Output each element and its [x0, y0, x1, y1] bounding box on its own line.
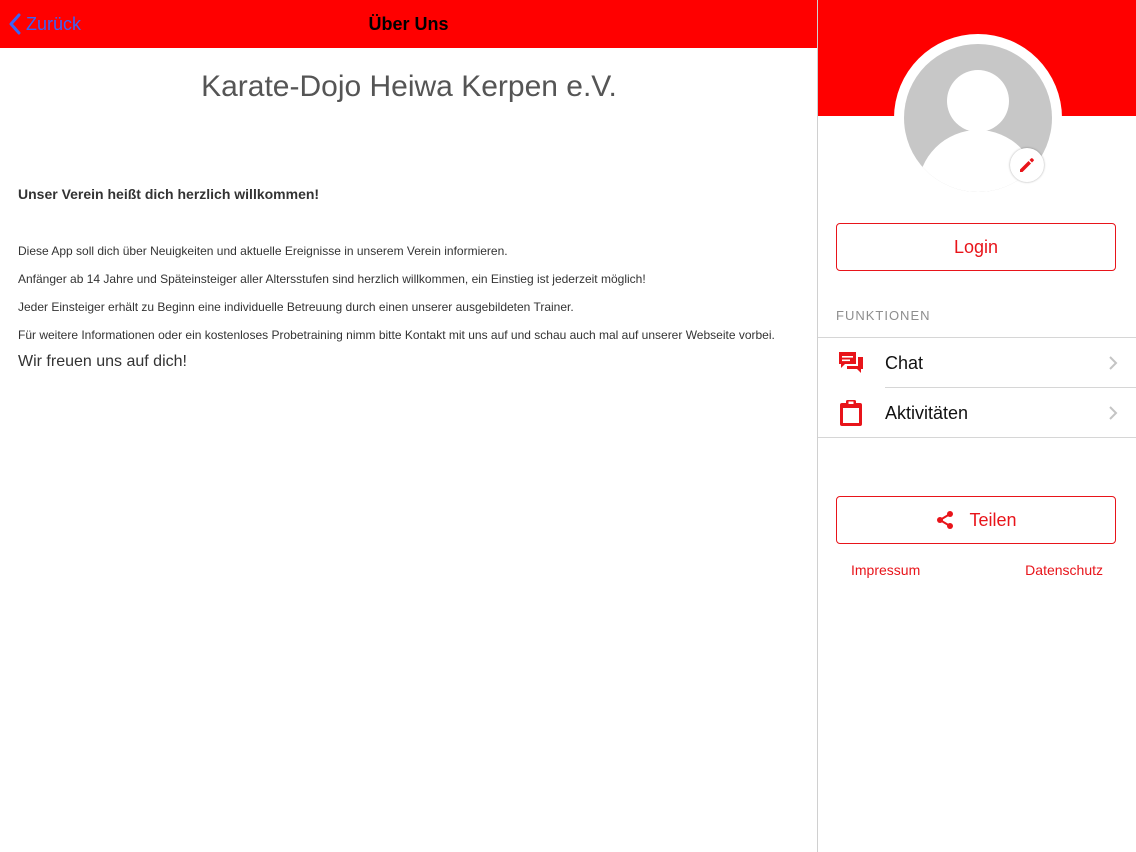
- sidebar-item-aktivitaeten[interactable]: Aktivitäten: [818, 388, 1136, 438]
- sidebar-item-label: Aktivitäten: [885, 402, 969, 423]
- datenschutz-link[interactable]: Datenschutz: [1025, 562, 1103, 578]
- pencil-icon: [1020, 158, 1034, 172]
- chevron-right-icon: [1109, 356, 1118, 370]
- side-panel: Login FUNKTIONEN Chat Aktivitäten Teilen…: [818, 0, 1136, 852]
- welcome-text: Unser Verein heißt dich herzlich willkom…: [18, 186, 320, 202]
- login-button-label: Login: [953, 236, 999, 257]
- share-button[interactable]: Teilen: [836, 496, 1116, 544]
- share-button-label: Teilen: [969, 509, 1017, 530]
- club-name-heading: Karate-Dojo Heiwa Kerpen e.V.: [201, 70, 617, 103]
- section-title-funktionen: FUNKTIONEN: [836, 308, 931, 323]
- paragraph-3: Jeder Einsteiger erhält zu Beginn eine i…: [18, 300, 574, 314]
- clipboard-icon: [837, 399, 865, 427]
- paragraph-4: Für weitere Informationen oder ein koste…: [18, 328, 775, 342]
- main-pane: Zurück Über Uns Karate-Dojo Heiwa Kerpen…: [0, 0, 817, 852]
- share-icon: [937, 511, 954, 529]
- navigation-bar: Zurück Über Uns: [0, 0, 817, 48]
- paragraph-1: Diese App soll dich über Neuigkeiten und…: [18, 244, 508, 258]
- chat-bubbles-icon: [837, 349, 865, 377]
- sidebar-item-label: Chat: [885, 352, 924, 373]
- chevron-right-icon: [1109, 406, 1118, 420]
- closing-text: Wir freuen uns auf dich!: [18, 353, 187, 370]
- impressum-link[interactable]: Impressum: [851, 562, 920, 578]
- paragraph-2: Anfänger ab 14 Jahre und Späteinsteiger …: [18, 272, 646, 286]
- about-content: Karate-Dojo Heiwa Kerpen e.V. Unser Vere…: [18, 48, 800, 387]
- sidebar-item-chat[interactable]: Chat: [818, 338, 1136, 388]
- login-button[interactable]: Login: [836, 223, 1116, 271]
- edit-avatar-button[interactable]: [1010, 148, 1044, 182]
- list-bottom-separator: [818, 437, 1136, 438]
- avatar-head: [947, 70, 1009, 132]
- page-title: Über Uns: [368, 14, 449, 34]
